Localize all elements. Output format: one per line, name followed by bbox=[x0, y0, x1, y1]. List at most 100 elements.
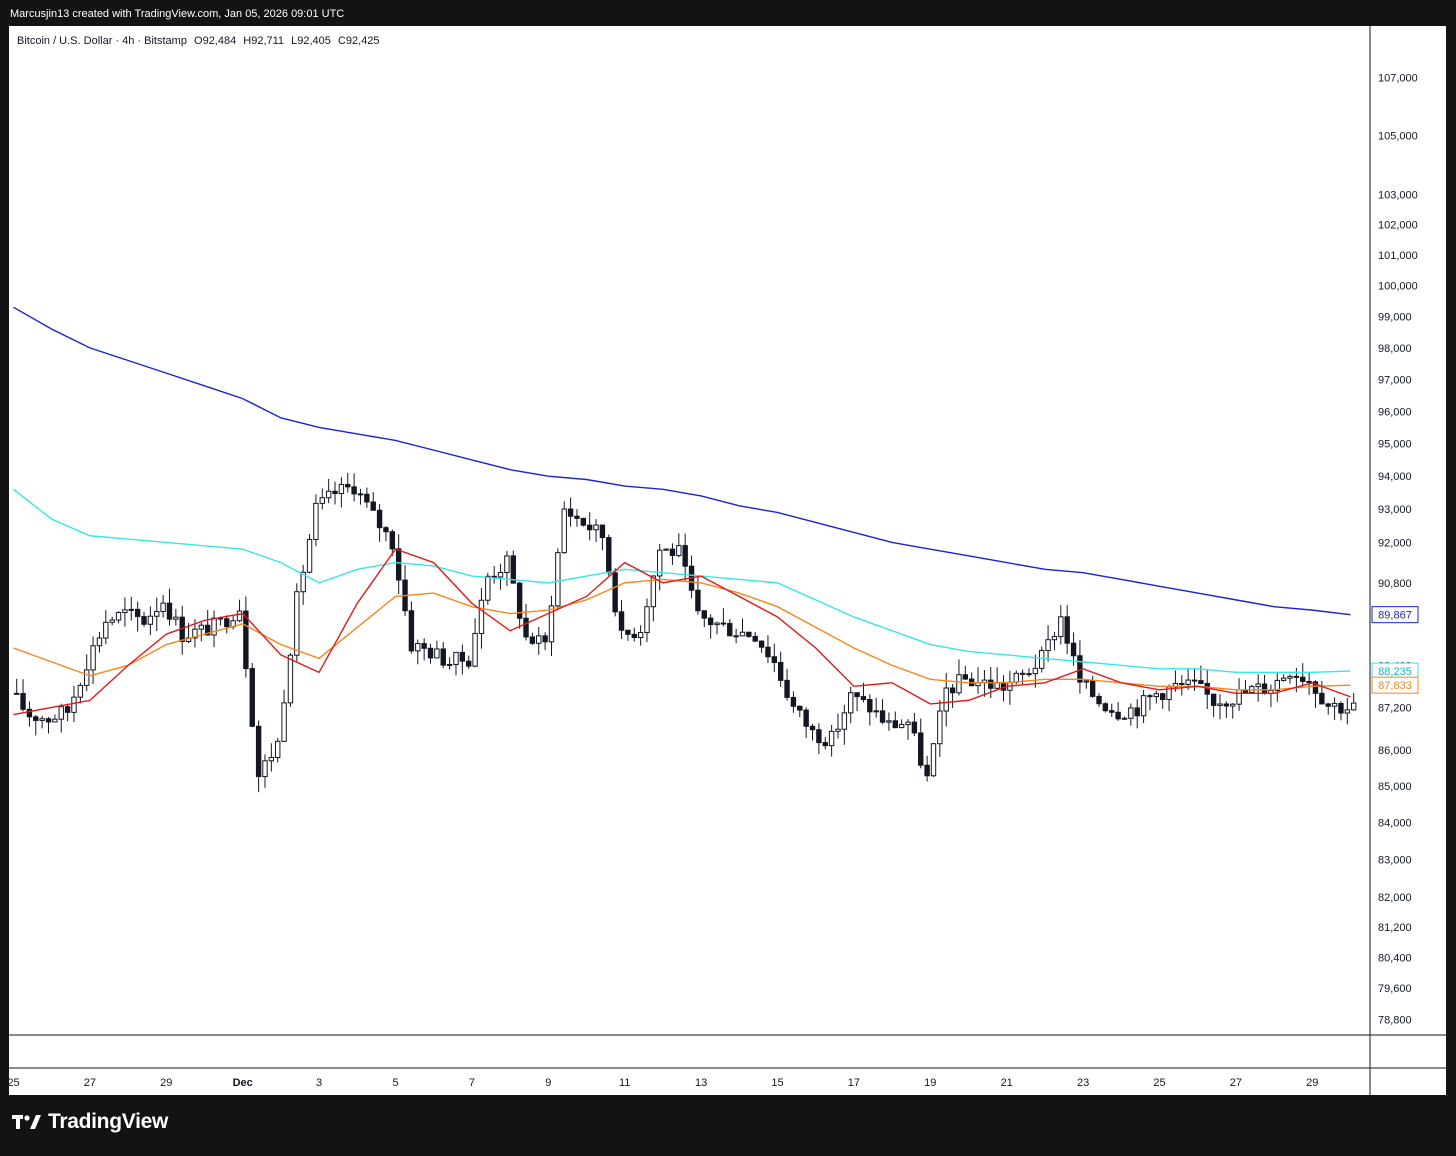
y-tick-label: 78,800 bbox=[1378, 1014, 1412, 1026]
candle bbox=[268, 743, 275, 772]
x-tick-label: Dec bbox=[233, 1077, 253, 1089]
candle bbox=[835, 713, 841, 739]
y-tick-label: 100,000 bbox=[1378, 281, 1418, 293]
candle bbox=[370, 492, 376, 511]
x-tick-label: 29 bbox=[1306, 1077, 1318, 1089]
candle bbox=[816, 723, 822, 754]
x-tick-label: 23 bbox=[1077, 1077, 1089, 1089]
candle bbox=[275, 737, 281, 763]
candle bbox=[567, 497, 574, 527]
candle bbox=[727, 619, 733, 637]
x-tick-label: 15 bbox=[771, 1077, 783, 1089]
candle bbox=[771, 643, 778, 673]
candle bbox=[243, 596, 249, 678]
x-tick-label: 21 bbox=[1001, 1077, 1013, 1089]
y-tick-label: 82,000 bbox=[1378, 892, 1412, 904]
candle bbox=[669, 543, 676, 565]
candle bbox=[924, 755, 930, 782]
candle bbox=[510, 550, 516, 584]
ohlc-high: H92,711 bbox=[243, 35, 285, 47]
candle bbox=[612, 568, 618, 617]
candle bbox=[504, 550, 510, 587]
candle bbox=[682, 533, 688, 581]
candle bbox=[262, 754, 268, 788]
candle bbox=[676, 533, 682, 558]
tradingview-logo-icon bbox=[12, 1115, 41, 1129]
candle bbox=[395, 534, 402, 594]
x-tick-label: 5 bbox=[392, 1077, 398, 1089]
y-tick-label: 97,000 bbox=[1378, 374, 1412, 386]
candle bbox=[644, 598, 650, 643]
candle bbox=[1109, 703, 1115, 717]
candle bbox=[886, 712, 892, 731]
y-tick-label: 80,400 bbox=[1378, 952, 1412, 964]
candle bbox=[1083, 679, 1089, 689]
candle bbox=[1236, 678, 1242, 711]
candle bbox=[1338, 701, 1344, 721]
candle bbox=[1287, 674, 1293, 684]
tradingview-logo-text: TradingView bbox=[48, 1110, 169, 1133]
candle bbox=[134, 601, 141, 632]
candle bbox=[13, 678, 20, 695]
y-tick-label: 92,000 bbox=[1378, 537, 1412, 549]
y-tick-label: 90,800 bbox=[1378, 578, 1412, 590]
symbol-title: Bitcoin / U.S. Dollar · 4h · Bitstamp bbox=[17, 35, 187, 47]
candle bbox=[822, 737, 828, 750]
candle bbox=[287, 653, 294, 707]
candle bbox=[1261, 675, 1268, 695]
candle bbox=[33, 714, 39, 736]
candle bbox=[446, 657, 453, 670]
candle bbox=[300, 564, 306, 605]
price-chart[interactable]: 107,000 105,000 103,000 102,000 101,000 100,0… bbox=[9, 26, 1446, 1095]
footer-bar: TradingView bbox=[0, 1095, 1456, 1156]
candle bbox=[440, 642, 446, 669]
y-tick-label: 95,000 bbox=[1378, 439, 1412, 451]
candle bbox=[179, 605, 185, 655]
candle bbox=[427, 643, 434, 664]
candle bbox=[408, 601, 415, 654]
candle bbox=[707, 614, 714, 639]
ohlc-low: L92,405 bbox=[291, 35, 331, 47]
candle bbox=[873, 697, 879, 718]
y-tick-label: 81,200 bbox=[1378, 922, 1412, 934]
x-tick-label: 27 bbox=[1230, 1077, 1242, 1089]
candle bbox=[402, 565, 408, 616]
candle bbox=[746, 631, 752, 638]
candle bbox=[911, 713, 918, 737]
candle bbox=[1255, 674, 1261, 702]
candle bbox=[930, 743, 937, 778]
candle bbox=[466, 655, 472, 669]
chart-area[interactable]: 107,000 105,000 103,000 102,000 101,000 100,0… bbox=[9, 26, 1446, 1095]
candle bbox=[905, 719, 911, 740]
candle bbox=[1007, 670, 1013, 705]
y-tick-label: 103,000 bbox=[1378, 190, 1418, 202]
candle bbox=[574, 509, 580, 527]
y-tick-label: 99,000 bbox=[1378, 312, 1412, 324]
candle bbox=[1089, 675, 1096, 699]
candle bbox=[1128, 703, 1134, 726]
x-tick-label: 19 bbox=[924, 1077, 936, 1089]
candle bbox=[224, 615, 230, 634]
candle bbox=[542, 632, 548, 651]
candle bbox=[364, 487, 370, 508]
candle bbox=[1039, 646, 1045, 673]
candle bbox=[758, 640, 765, 653]
candle bbox=[1344, 697, 1351, 725]
candle bbox=[918, 718, 924, 769]
candle bbox=[1064, 605, 1070, 655]
candle bbox=[663, 548, 669, 551]
x-tick-label: 17 bbox=[848, 1077, 860, 1089]
candle bbox=[765, 635, 771, 664]
candle bbox=[516, 581, 523, 629]
candle bbox=[90, 636, 96, 685]
candle bbox=[58, 703, 64, 733]
tradingview-logo[interactable]: TradingView bbox=[12, 1110, 168, 1134]
candle bbox=[1115, 702, 1121, 721]
x-tick-label: 7 bbox=[469, 1077, 475, 1089]
candle bbox=[376, 504, 383, 542]
candle bbox=[64, 703, 71, 722]
candle bbox=[536, 627, 542, 655]
candle bbox=[26, 701, 33, 727]
candle bbox=[1300, 663, 1306, 687]
candle bbox=[1045, 625, 1051, 662]
